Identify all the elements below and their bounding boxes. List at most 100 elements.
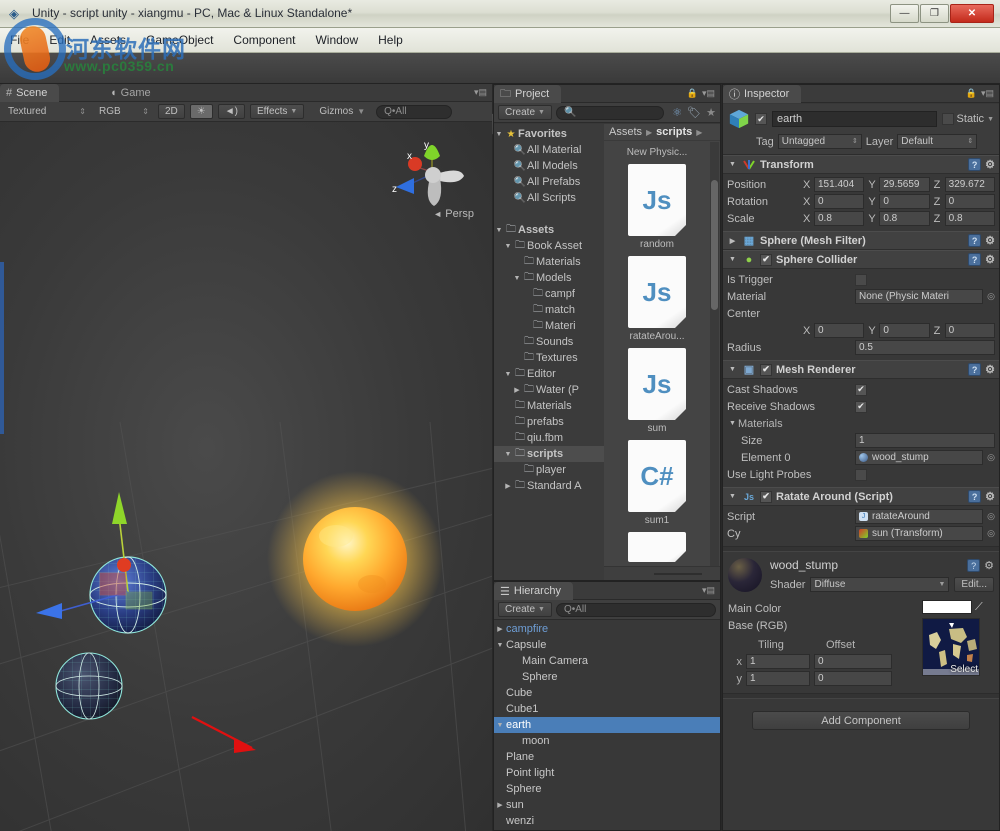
hierarchy-search-input[interactable]: Q•All <box>555 602 716 617</box>
scale-z-input[interactable]: 0.8 <box>944 211 995 226</box>
breadcrumb-scripts[interactable]: scripts <box>656 126 692 138</box>
menu-gameobject[interactable]: GameObject <box>136 28 223 52</box>
script-enabled-checkbox[interactable]: ✔ <box>760 490 772 503</box>
hierarchy-list[interactable]: ▶ campfire ▼ Capsule Main Camera Sphere Cube Cu… <box>494 621 720 830</box>
project-tree-item[interactable]: 🗀 Sounds <box>494 334 604 350</box>
sphere-collider-enabled-checkbox[interactable]: ✔ <box>760 253 772 266</box>
static-toggle[interactable]: Static ▼ <box>941 113 994 125</box>
component-header-sphere-collider[interactable]: ▼ ● ✔ Sphere Collider ? ⚙ <box>723 250 999 269</box>
component-header-mesh-filter[interactable]: ▶ ▦ Sphere (Mesh Filter) ? ⚙ <box>723 231 999 250</box>
project-tree-item[interactable]: 🗀 qiu.fbm <box>494 430 604 446</box>
project-tree[interactable]: ▼ ★ Favorites 🔍 All Material 🔍 All Models 🔍 All … <box>494 124 604 580</box>
tiling-x-input[interactable]: 1 <box>746 654 810 669</box>
hierarchy-item[interactable]: Sphere <box>494 781 720 797</box>
component-header-script[interactable]: ▼ Js ✔ Ratate Around (Script) ? ⚙ <box>723 487 999 506</box>
hierarchy-item[interactable]: Plane <box>494 749 720 765</box>
asset-item[interactable]: Js ratateArou... <box>604 256 710 342</box>
cast-shadows-checkbox[interactable]: ✔ <box>855 383 867 396</box>
hierarchy-item[interactable]: Point light <box>494 765 720 781</box>
tiling-y-input[interactable]: 1 <box>746 671 810 686</box>
foldout-arrow-icon[interactable]: ▶ <box>494 801 506 809</box>
minimize-button[interactable]: — <box>890 4 919 23</box>
project-tree-item[interactable]: 🗀 Materials <box>494 398 604 414</box>
position-y-input[interactable]: 29.5659 <box>879 177 930 192</box>
help-icon[interactable]: ? <box>968 363 982 376</box>
foldout-arrow-icon[interactable]: ▼ <box>503 451 513 458</box>
shader-edit-button[interactable]: Edit... <box>954 577 994 592</box>
script-ref-field[interactable]: J ratateAround <box>855 509 984 524</box>
foldout-arrow-icon[interactable]: ▼ <box>727 161 738 168</box>
audio-icon[interactable]: ◄) <box>217 104 245 119</box>
component-header-mesh-renderer[interactable]: ▼ ▣ ✔ Mesh Renderer ? ⚙ <box>723 360 999 379</box>
tab-hierarchy[interactable]: ☰ Hierarchy <box>494 582 573 600</box>
rotation-y-input[interactable]: 0 <box>879 194 930 209</box>
position-z-input[interactable]: 329.672 <box>944 177 995 192</box>
layer-dropdown[interactable]: Default ⇕ <box>897 134 978 149</box>
hierarchy-item[interactable]: Main Camera <box>494 653 720 669</box>
eyedropper-icon[interactable]: ⟋ <box>975 601 983 614</box>
asset-item[interactable]: Js sum <box>604 348 710 434</box>
object-enabled-checkbox[interactable]: ✔ <box>755 113 767 125</box>
foldout-arrow-icon[interactable]: ▼ <box>494 131 504 138</box>
receive-shadows-checkbox[interactable]: ✔ <box>855 400 867 413</box>
tab-inspector[interactable]: ⓘ Inspector <box>723 85 802 103</box>
hierarchy-create-button[interactable]: Create ▼ <box>498 602 552 617</box>
object-picker-icon[interactable]: ◎ <box>987 291 995 302</box>
foldout-arrow-icon[interactable]: ▼ <box>503 371 513 378</box>
asset-item[interactable] <box>604 532 710 562</box>
menu-help[interactable]: Help <box>368 28 413 52</box>
help-icon[interactable]: ? <box>967 558 981 572</box>
main-color-swatch[interactable] <box>922 600 972 614</box>
project-tree-item[interactable]: ▼ 🗀 scripts <box>494 446 604 462</box>
gear-icon[interactable]: ⚙ <box>985 253 995 266</box>
light-icon[interactable]: ☀ <box>189 104 213 119</box>
menu-assets[interactable]: Assets <box>80 28 136 52</box>
menu-edit[interactable]: Edit <box>39 28 80 52</box>
gear-icon[interactable]: ⚙ <box>984 559 994 572</box>
static-checkbox[interactable] <box>941 113 954 125</box>
menu-file[interactable]: File <box>0 28 39 52</box>
breadcrumb-assets[interactable]: Assets <box>609 126 642 138</box>
lock-icon[interactable]: 🔒 <box>966 88 977 99</box>
menu-window[interactable]: Window <box>305 28 368 52</box>
gear-icon[interactable]: ⚙ <box>985 234 995 247</box>
object-picker-icon[interactable]: ◎ <box>987 452 995 463</box>
hierarchy-item[interactable]: ▶ sun <box>494 797 720 813</box>
cy-field[interactable]: sun (Transform) <box>855 526 984 541</box>
tab-scene[interactable]: # Scene <box>0 84 60 102</box>
asset-zoom-slider[interactable] <box>604 566 720 580</box>
asset-scrollbar[interactable] <box>710 142 719 566</box>
project-tree-item[interactable]: 🔍 All Models <box>494 158 604 174</box>
help-icon[interactable]: ? <box>968 253 982 266</box>
center-x-input[interactable]: 0 <box>814 323 865 338</box>
center-y-input[interactable]: 0 <box>879 323 930 338</box>
scale-y-input[interactable]: 0.8 <box>879 211 930 226</box>
foldout-arrow-icon[interactable]: ▶ <box>494 625 506 633</box>
hierarchy-item[interactable]: ▼ Capsule <box>494 637 720 653</box>
hierarchy-item[interactable]: moon <box>494 733 720 749</box>
panel-menu-icon[interactable]: ▾▤ <box>702 88 715 99</box>
project-tree-item[interactable]: 🔍 All Prefabs <box>494 174 604 190</box>
base-texture-thumbnail[interactable]: Select <box>922 618 980 676</box>
help-icon[interactable]: ? <box>968 158 982 171</box>
object-picker-icon[interactable]: ◎ <box>987 511 995 522</box>
scene-panel-menu-icon[interactable]: ▾▤ <box>474 87 487 98</box>
is-trigger-checkbox[interactable] <box>855 273 867 286</box>
perspective-mode-label[interactable]: ◄ Persp <box>433 208 474 220</box>
project-tree-item[interactable]: 🗀 player <box>494 462 604 478</box>
asset-grid[interactable]: New Physic... Js random Js ratateArou... Js su… <box>604 141 710 566</box>
project-tree-item[interactable]: ▼ 🗀 Assets <box>494 222 604 238</box>
hierarchy-item[interactable]: Sphere <box>494 669 720 685</box>
project-tree-item[interactable]: 🗀 Materials <box>494 254 604 270</box>
foldout-arrow-icon[interactable]: ▶ <box>727 237 738 245</box>
asset-item[interactable]: C# sum1 <box>604 440 710 526</box>
filter-label-icon[interactable]: 🏷 <box>687 106 701 119</box>
hierarchy-item[interactable]: wenzi <box>494 813 720 829</box>
panel-menu-icon[interactable]: ▾▤ <box>981 88 994 99</box>
foldout-arrow-icon[interactable]: ▼ <box>727 256 738 263</box>
asset-item[interactable]: New Physic... <box>604 147 710 158</box>
help-icon[interactable]: ? <box>968 490 982 503</box>
favorites-icon[interactable]: ★ <box>706 106 716 119</box>
object-name-field[interactable]: earth <box>772 111 937 127</box>
foldout-arrow-icon[interactable]: ▶ <box>512 386 522 394</box>
